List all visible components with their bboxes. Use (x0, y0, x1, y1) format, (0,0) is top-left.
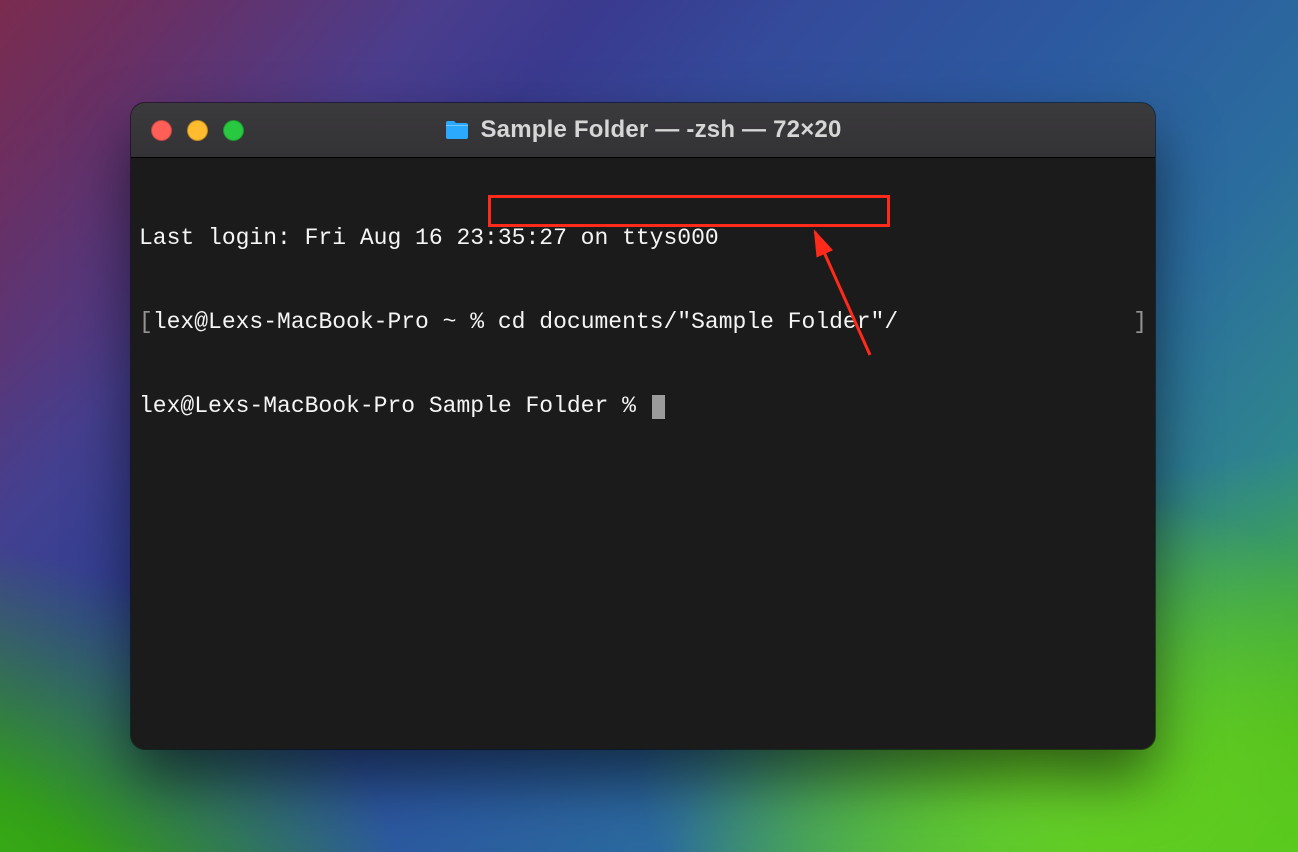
terminal-prompt-2: lex@Lexs-MacBook-Pro Sample Folder % (139, 393, 650, 419)
folder-icon (444, 119, 470, 141)
annotation-highlight-box (488, 195, 890, 227)
terminal-prompt-1: lex@Lexs-MacBook-Pro ~ % (153, 309, 498, 335)
terminal-command-text: cd documents/"Sample Folder"/ (498, 309, 898, 335)
terminal-cursor (652, 395, 665, 419)
window-title-container: Sample Folder — -zsh — 72×20 (131, 116, 1155, 144)
titlebar[interactable]: Sample Folder — -zsh — 72×20 (131, 103, 1155, 158)
prompt-left-bracket: [ (139, 309, 153, 335)
minimize-button[interactable] (187, 120, 208, 141)
window-controls (151, 120, 244, 141)
terminal-line-last-login: Last login: Fri Aug 16 23:35:27 on ttys0… (139, 224, 1147, 252)
terminal-line-prompt-2: lex@Lexs-MacBook-Pro Sample Folder % (139, 392, 1147, 420)
window-title: Sample Folder — -zsh — 72×20 (480, 116, 841, 144)
maximize-button[interactable] (223, 120, 244, 141)
close-button[interactable] (151, 120, 172, 141)
terminal-line-command: [lex@Lexs-MacBook-Pro ~ % cd documents/"… (139, 308, 1147, 336)
prompt-right-bracket: ] (1133, 308, 1147, 336)
terminal-body[interactable]: Last login: Fri Aug 16 23:35:27 on ttys0… (131, 158, 1155, 749)
